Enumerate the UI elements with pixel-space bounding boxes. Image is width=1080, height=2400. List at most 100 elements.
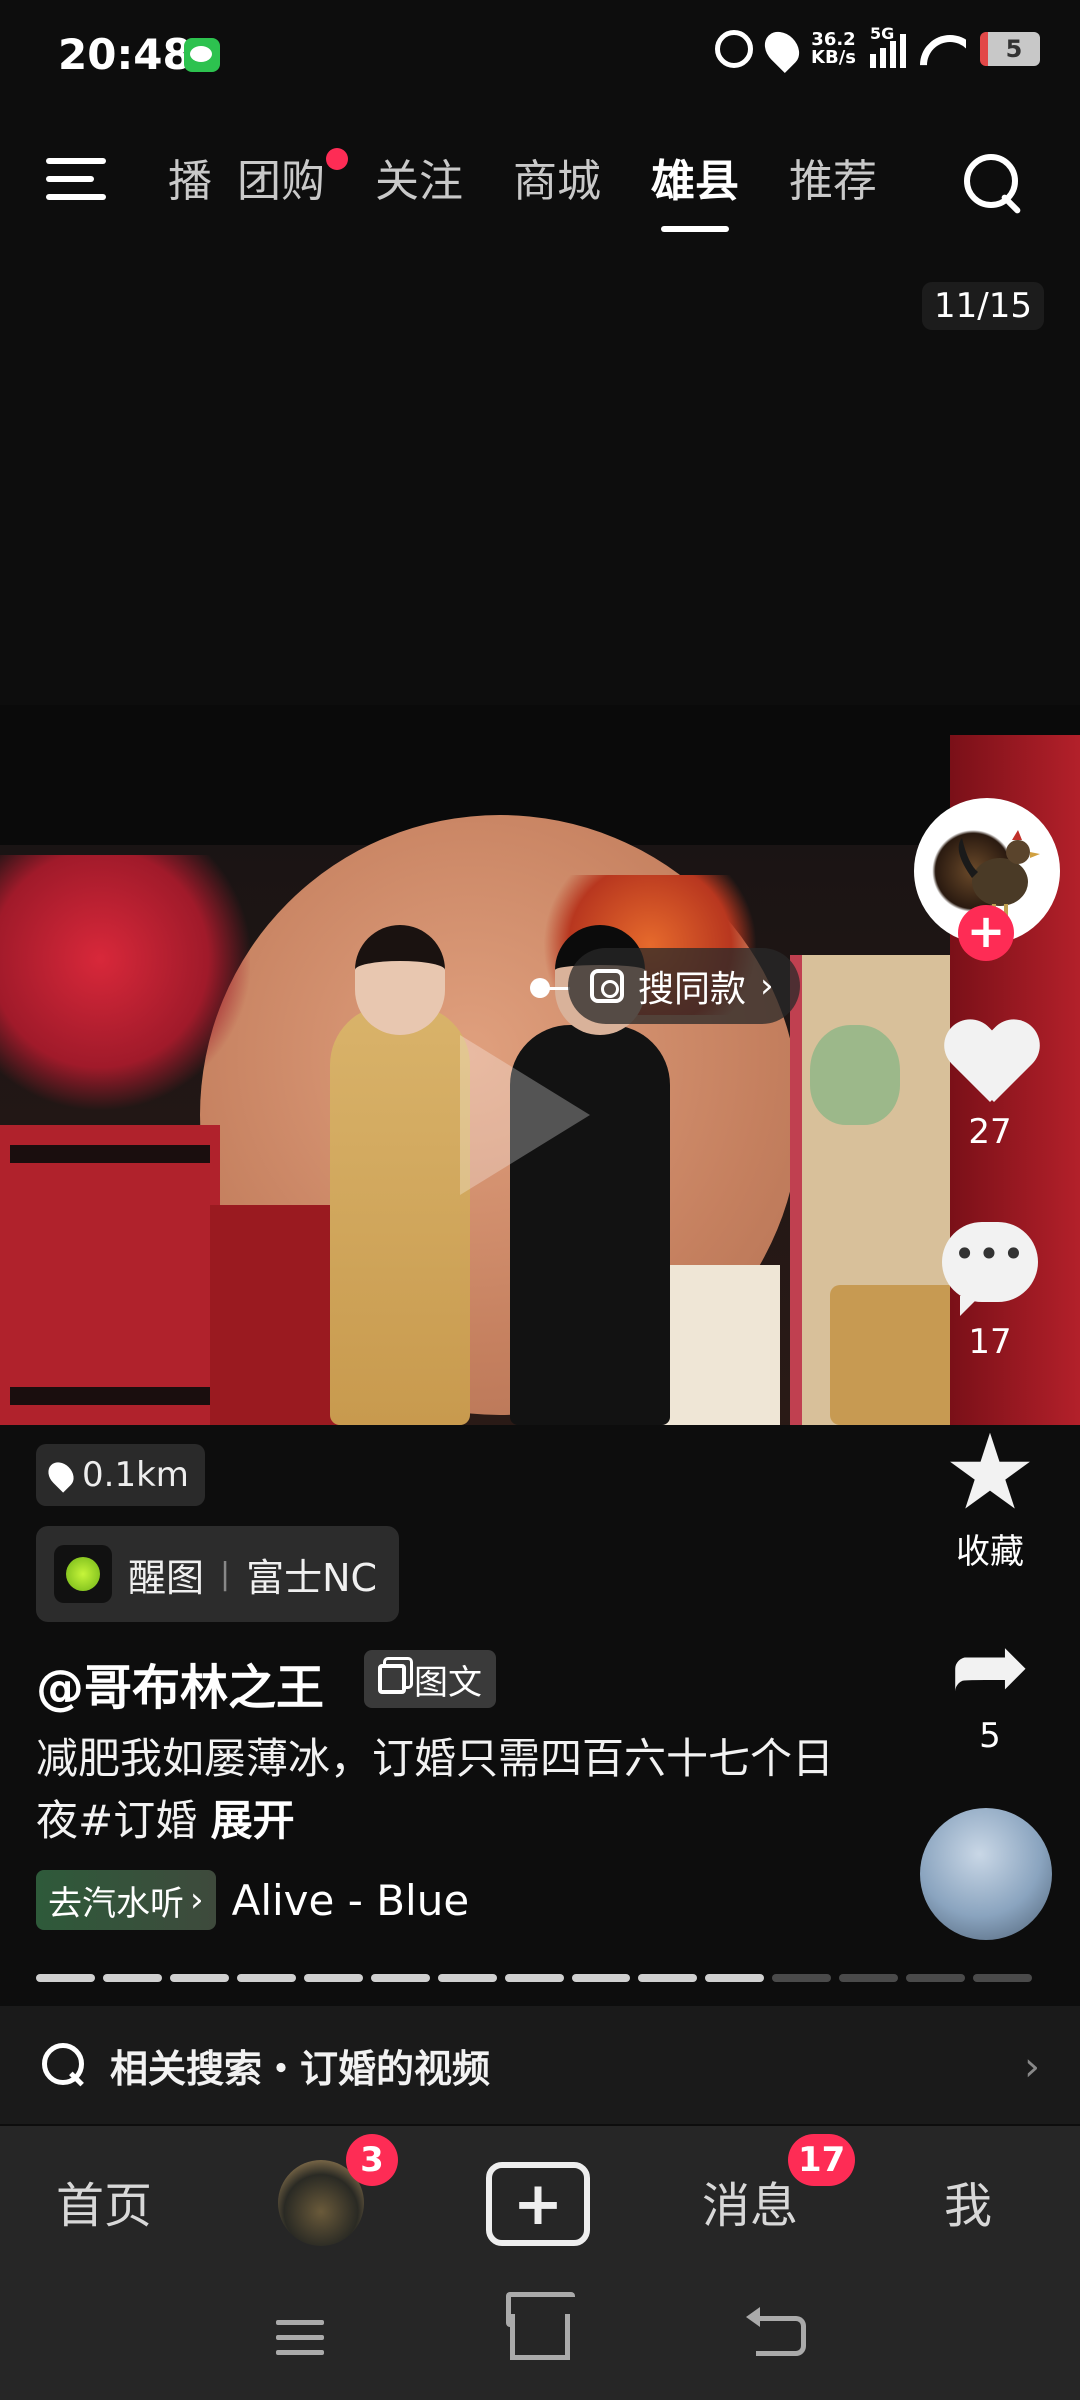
- tab-group-buy[interactable]: 团购: [212, 148, 350, 220]
- scroll-banner: [660, 1265, 780, 1425]
- scan-icon: [590, 969, 624, 1003]
- home-icon[interactable]: [510, 2314, 570, 2360]
- network-type: 5G: [870, 24, 895, 43]
- find-same-label: 搜同款: [638, 969, 747, 1010]
- camera-filter: 富士NC: [246, 1555, 378, 1600]
- nav-home[interactable]: 首页: [56, 2166, 152, 2236]
- plus-icon: +: [512, 2169, 564, 2239]
- net-speed-unit: KB/s: [811, 47, 856, 68]
- music-row[interactable]: 去汽水听 › Alive - Blue: [36, 1870, 469, 1930]
- alarm-icon: [715, 30, 754, 68]
- app-separator: |: [220, 1556, 231, 1592]
- progress-segment: [772, 1974, 832, 1982]
- signal-icon: 5G: [870, 24, 906, 68]
- system-nav-bar: [0, 2276, 1080, 2400]
- caption-text: 减肥我如屡薄冰，订婚只需四百六十七个日夜#订婚: [36, 1734, 835, 1845]
- messages-badge: 17: [788, 2134, 856, 2186]
- progress-segment: [102, 1974, 162, 1982]
- progress-segment: [839, 1974, 899, 1982]
- search-icon: [42, 2043, 86, 2087]
- recents-icon[interactable]: [276, 2320, 324, 2365]
- tab-following[interactable]: 关注: [350, 150, 488, 220]
- music-source-label: 去汽水听: [48, 1883, 184, 1924]
- share-count: 5: [979, 1716, 1001, 1756]
- progress-segment: [236, 1974, 296, 1982]
- qishui-button[interactable]: 去汽水听 ›: [36, 1870, 216, 1930]
- song-title[interactable]: Alive - Blue: [232, 1876, 470, 1925]
- tab-recommend[interactable]: 推荐: [764, 150, 902, 220]
- search-icon[interactable]: [964, 154, 1024, 214]
- star-icon: ★: [943, 1411, 1037, 1533]
- progress-segment: [571, 1974, 631, 1982]
- progress-segment: [303, 1974, 363, 1982]
- progress-segment: [370, 1974, 430, 1982]
- feed-tabs: 播 团购 关注 商城 雄县 推荐: [140, 148, 902, 232]
- progress-segment: [36, 1974, 95, 1982]
- location-pin-icon: [43, 1457, 79, 1493]
- clock: 20:48: [58, 30, 192, 79]
- double-happiness-left: [10, 1145, 210, 1405]
- flowers-left: [0, 855, 250, 1115]
- like-button[interactable]: 27: [930, 1018, 1050, 1152]
- related-search[interactable]: 相关搜索・订婚的视频 ›: [0, 2006, 1080, 2124]
- comment-icon: [942, 1222, 1038, 1316]
- share-button[interactable]: ➦ 5: [930, 1616, 1050, 1756]
- create-button[interactable]: +: [486, 2162, 590, 2246]
- location-icon: [757, 24, 807, 74]
- system-icons: 36.2 KB/s 5G 5: [715, 24, 1040, 74]
- progress-segment: [705, 1974, 765, 1982]
- share-icon: ➦: [949, 1610, 1031, 1722]
- menu-icon[interactable]: [46, 158, 106, 204]
- caption[interactable]: 减肥我如屡薄冰，订婚只需四百六十七个日夜#订婚 展开: [36, 1728, 856, 1852]
- like-count: 27: [968, 1112, 1012, 1152]
- image-text-icon: [378, 1664, 406, 1694]
- image-pager: 11/15: [922, 282, 1044, 330]
- distance: 0.1km: [82, 1455, 189, 1495]
- battery-icon: 5: [980, 32, 1040, 66]
- chevron-right-icon: ›: [190, 1880, 204, 1920]
- progress-segment: [906, 1974, 966, 1982]
- expand-link[interactable]: 展开: [211, 1796, 295, 1845]
- post-image[interactable]: [0, 705, 1080, 1425]
- net-speed: 36.2 KB/s: [811, 31, 856, 67]
- app-logo: [54, 1545, 112, 1603]
- app-chip[interactable]: 醒图 | 富士NC: [36, 1526, 400, 1622]
- nav-messages[interactable]: 消息: [702, 2166, 798, 2236]
- nav-me[interactable]: 我: [944, 2166, 992, 2236]
- comment-button[interactable]: 17: [930, 1222, 1050, 1362]
- app-name: 醒图: [128, 1555, 205, 1600]
- follow-button[interactable]: +: [958, 905, 1014, 961]
- bride-head: [355, 925, 445, 1035]
- notification-dot: [326, 148, 348, 170]
- progress-segment: [504, 1974, 564, 1982]
- progress-segment: [638, 1974, 698, 1982]
- post-type-badge: 图文: [364, 1650, 496, 1708]
- tab-mall[interactable]: 商城: [488, 150, 626, 220]
- progress-segment: [437, 1974, 497, 1982]
- bride: [330, 1005, 470, 1425]
- chevron-right-icon: ›: [1024, 2044, 1040, 2090]
- image-progress: [36, 1974, 1033, 1982]
- wechat-icon: [184, 38, 220, 72]
- post-type-label: 图文: [414, 1662, 482, 1703]
- related-search-text: 相关搜索・订婚的视频: [110, 2046, 491, 2091]
- tab-live[interactable]: 播: [140, 150, 212, 220]
- location-chip[interactable]: 0.1km: [36, 1444, 205, 1506]
- product-tag-line: [548, 987, 570, 990]
- status-bar: 20:48 36.2 KB/s 5G 5: [0, 0, 1080, 110]
- comment-count: 17: [968, 1322, 1012, 1362]
- lantern: [810, 1025, 900, 1125]
- chevron-right-icon: ›: [760, 966, 774, 1006]
- progress-segment: [169, 1974, 229, 1982]
- product-tag-dot[interactable]: [530, 978, 550, 998]
- bottom-nav: 首页 3 + 消息 17 我: [0, 2126, 1080, 2276]
- heart-icon: [942, 1018, 1038, 1108]
- favorite-button[interactable]: ★ 收藏: [930, 1420, 1050, 1573]
- find-same-button[interactable]: 搜同款 ›: [568, 948, 800, 1024]
- top-nav: 播 团购 关注 商城 雄县 推荐: [0, 140, 1080, 240]
- play-icon[interactable]: [460, 1035, 590, 1195]
- author-name[interactable]: @哥布林之王: [36, 1648, 324, 1718]
- music-disc[interactable]: [920, 1808, 1052, 1940]
- tab-local[interactable]: 雄县: [626, 150, 764, 232]
- back-icon[interactable]: [746, 2307, 806, 2356]
